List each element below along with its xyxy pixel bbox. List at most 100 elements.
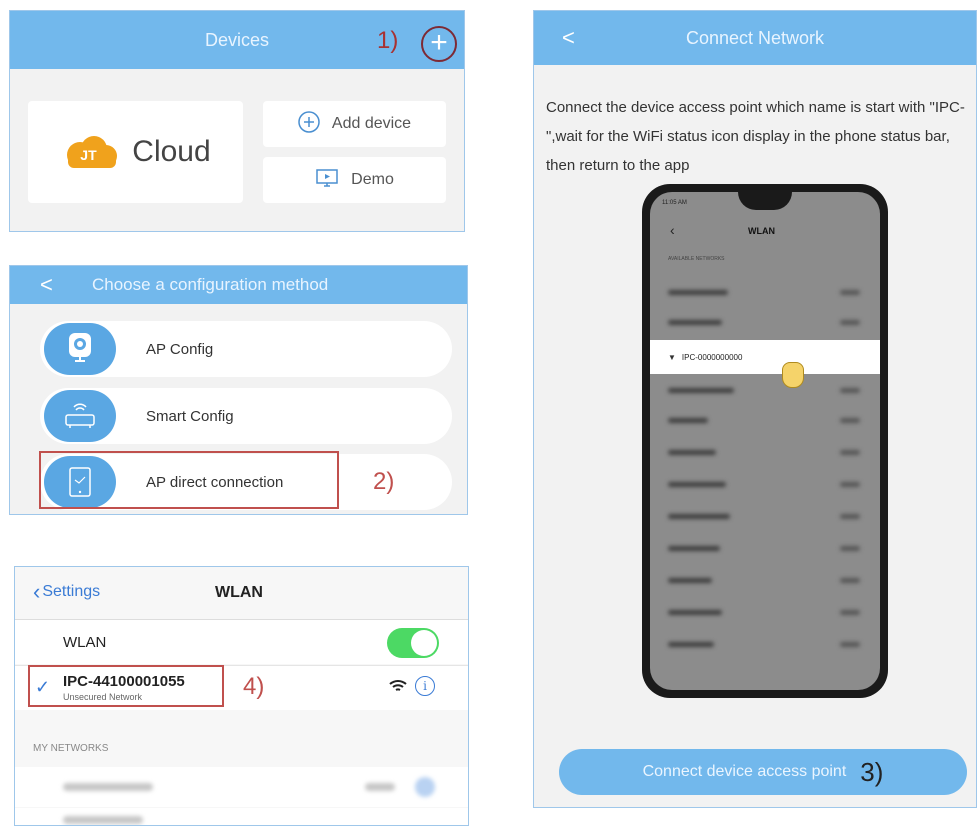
cloud-icon: JT (60, 135, 120, 169)
ap-config-label: AP Config (146, 340, 214, 358)
highlight-box-network (28, 665, 224, 707)
phone-blurred-network-row (650, 596, 880, 630)
phone-blurred-network-name (668, 450, 716, 455)
phone-blurred-network-icons (840, 320, 860, 325)
phone-blurred-network-icons (840, 418, 860, 423)
phone-status-time: 11:05 AM (662, 200, 687, 206)
phone-blurred-network-icons (840, 388, 860, 393)
blurred-network-icons (365, 783, 395, 791)
phone-blurred-network-row (650, 532, 880, 566)
phone-blurred-network-name (668, 388, 734, 393)
smart-config-label: Smart Config (146, 407, 234, 425)
phone-blurred-network-name (668, 418, 708, 423)
wlan-nav-title: WLAN (215, 584, 263, 601)
phone-blurred-network-name (668, 578, 712, 583)
phone-blurred-network-name (668, 320, 722, 325)
settings-back-button[interactable]: ‹ Settings (33, 579, 101, 604)
wlan-settings-panel: ‹ Settings WLAN WLAN ✓ IPC-44100001055 U… (14, 566, 469, 826)
plus-circle-icon (298, 110, 320, 138)
config-header: < Choose a configuration method (10, 266, 467, 304)
wifi-icon (389, 679, 407, 698)
monitor-icon (315, 168, 339, 193)
phone-wifi-icon: ▼ (668, 352, 676, 362)
phone-blurred-network-row (650, 500, 880, 534)
connect-network-panel: < Connect Network Connect the device acc… (533, 10, 977, 808)
phone-blurred-network-name (668, 290, 728, 295)
phone-blurred-network-icons (840, 290, 860, 295)
phone-blurred-network-name (668, 610, 722, 615)
hand-pointer-icon (782, 362, 804, 388)
connect-header: < Connect Network (534, 11, 976, 65)
cloud-icon-text: JT (80, 147, 97, 163)
back-icon[interactable]: < (40, 272, 53, 298)
devices-title: Devices (204, 29, 270, 50)
ap-config-item[interactable]: AP Config (40, 321, 452, 377)
phone-blurred-network-icons (840, 514, 860, 519)
highlight-box-ap-direct (39, 451, 339, 509)
plus-icon: + (430, 25, 448, 59)
phone-blurred-network-name (668, 482, 726, 487)
blurred-info-icon (415, 777, 435, 797)
back-icon[interactable]: < (562, 25, 575, 51)
instruction-text: Connect the device access point which na… (546, 99, 965, 174)
connect-title: Connect Network (685, 27, 825, 48)
phone-wlan-title: WLAN (748, 226, 775, 236)
phone-blurred-network-name (668, 642, 714, 647)
add-device-button[interactable]: Add device (263, 101, 446, 147)
phone-blurred-network-icons (840, 610, 860, 615)
demo-button[interactable]: Demo (263, 157, 446, 203)
router-icon (44, 390, 116, 442)
connect-access-point-button[interactable]: Connect device access point 3) (559, 749, 967, 795)
phone-back-icon: ‹ (670, 222, 675, 238)
phone-notch (738, 192, 792, 210)
devices-panel: Devices 1) + JT Cloud Add device Demo (9, 10, 465, 232)
phone-blurred-network-icons (840, 642, 860, 647)
cloud-card[interactable]: JT Cloud (28, 101, 243, 203)
phone-illustration: 11:05 AM ‹ WLAN AVAILABLE NETWORKS ▼ IPC… (642, 184, 888, 698)
connect-button-label: Connect device access point (642, 763, 847, 780)
wlan-toggle-label: WLAN (63, 634, 107, 651)
blurred-network-name (63, 783, 153, 791)
add-plus-button[interactable]: + (421, 26, 457, 62)
phone-blurred-network-row (650, 374, 880, 408)
demo-label: Demo (351, 171, 394, 188)
wlan-nav-bar: ‹ Settings WLAN (15, 567, 468, 620)
phone-highlight-network: ▼ IPC-0000000000 (650, 340, 880, 374)
phone-blurred-network-icons (840, 482, 860, 487)
phone-blurred-network-name (668, 546, 720, 551)
blurred-network-row[interactable] (15, 767, 468, 807)
info-icon[interactable]: i (415, 676, 435, 696)
phone-highlight-network-name: IPC-0000000000 (681, 352, 743, 362)
phone-blurred-network-name (668, 514, 730, 519)
phone-blurred-network-row (650, 436, 880, 470)
phone-blurred-network-row (650, 306, 880, 340)
blurred-network-name-2 (63, 816, 143, 824)
settings-back-label: Settings (42, 583, 101, 600)
cloud-label: Cloud (132, 135, 211, 168)
phone-blurred-network-row (650, 628, 880, 662)
phone-blurred-network-row (650, 564, 880, 598)
phone-blurred-network-row (650, 276, 880, 310)
wlan-toggle-switch[interactable] (387, 628, 439, 658)
phone-blurred-network-row (650, 468, 880, 502)
step-1-label: 1) (377, 27, 399, 54)
wlan-toggle-row: WLAN (15, 620, 468, 664)
phone-section-label: AVAILABLE NETWORKS (668, 256, 725, 262)
step-2-label: 2) (373, 468, 395, 495)
blurred-network-row-2 (15, 808, 468, 825)
phone-blurred-network-icons (840, 546, 860, 551)
my-networks-label: MY NETWORKS (33, 743, 109, 754)
step-3-label: 3) (860, 756, 884, 787)
phone-screen: 11:05 AM ‹ WLAN AVAILABLE NETWORKS ▼ IPC… (650, 192, 880, 690)
chevron-left-icon: ‹ (33, 579, 41, 604)
step-4-label: 4) (243, 673, 265, 700)
phone-blurred-network-icons (840, 450, 860, 455)
add-device-label: Add device (331, 115, 412, 132)
camera-icon (44, 323, 116, 375)
config-title: Choose a configuration method (92, 275, 329, 294)
phone-blurred-network-icons (840, 578, 860, 583)
smart-config-item[interactable]: Smart Config (40, 388, 452, 444)
phone-blurred-network-row (650, 404, 880, 438)
toggle-knob (411, 630, 437, 656)
config-panel: < Choose a configuration method AP Confi… (9, 265, 468, 515)
